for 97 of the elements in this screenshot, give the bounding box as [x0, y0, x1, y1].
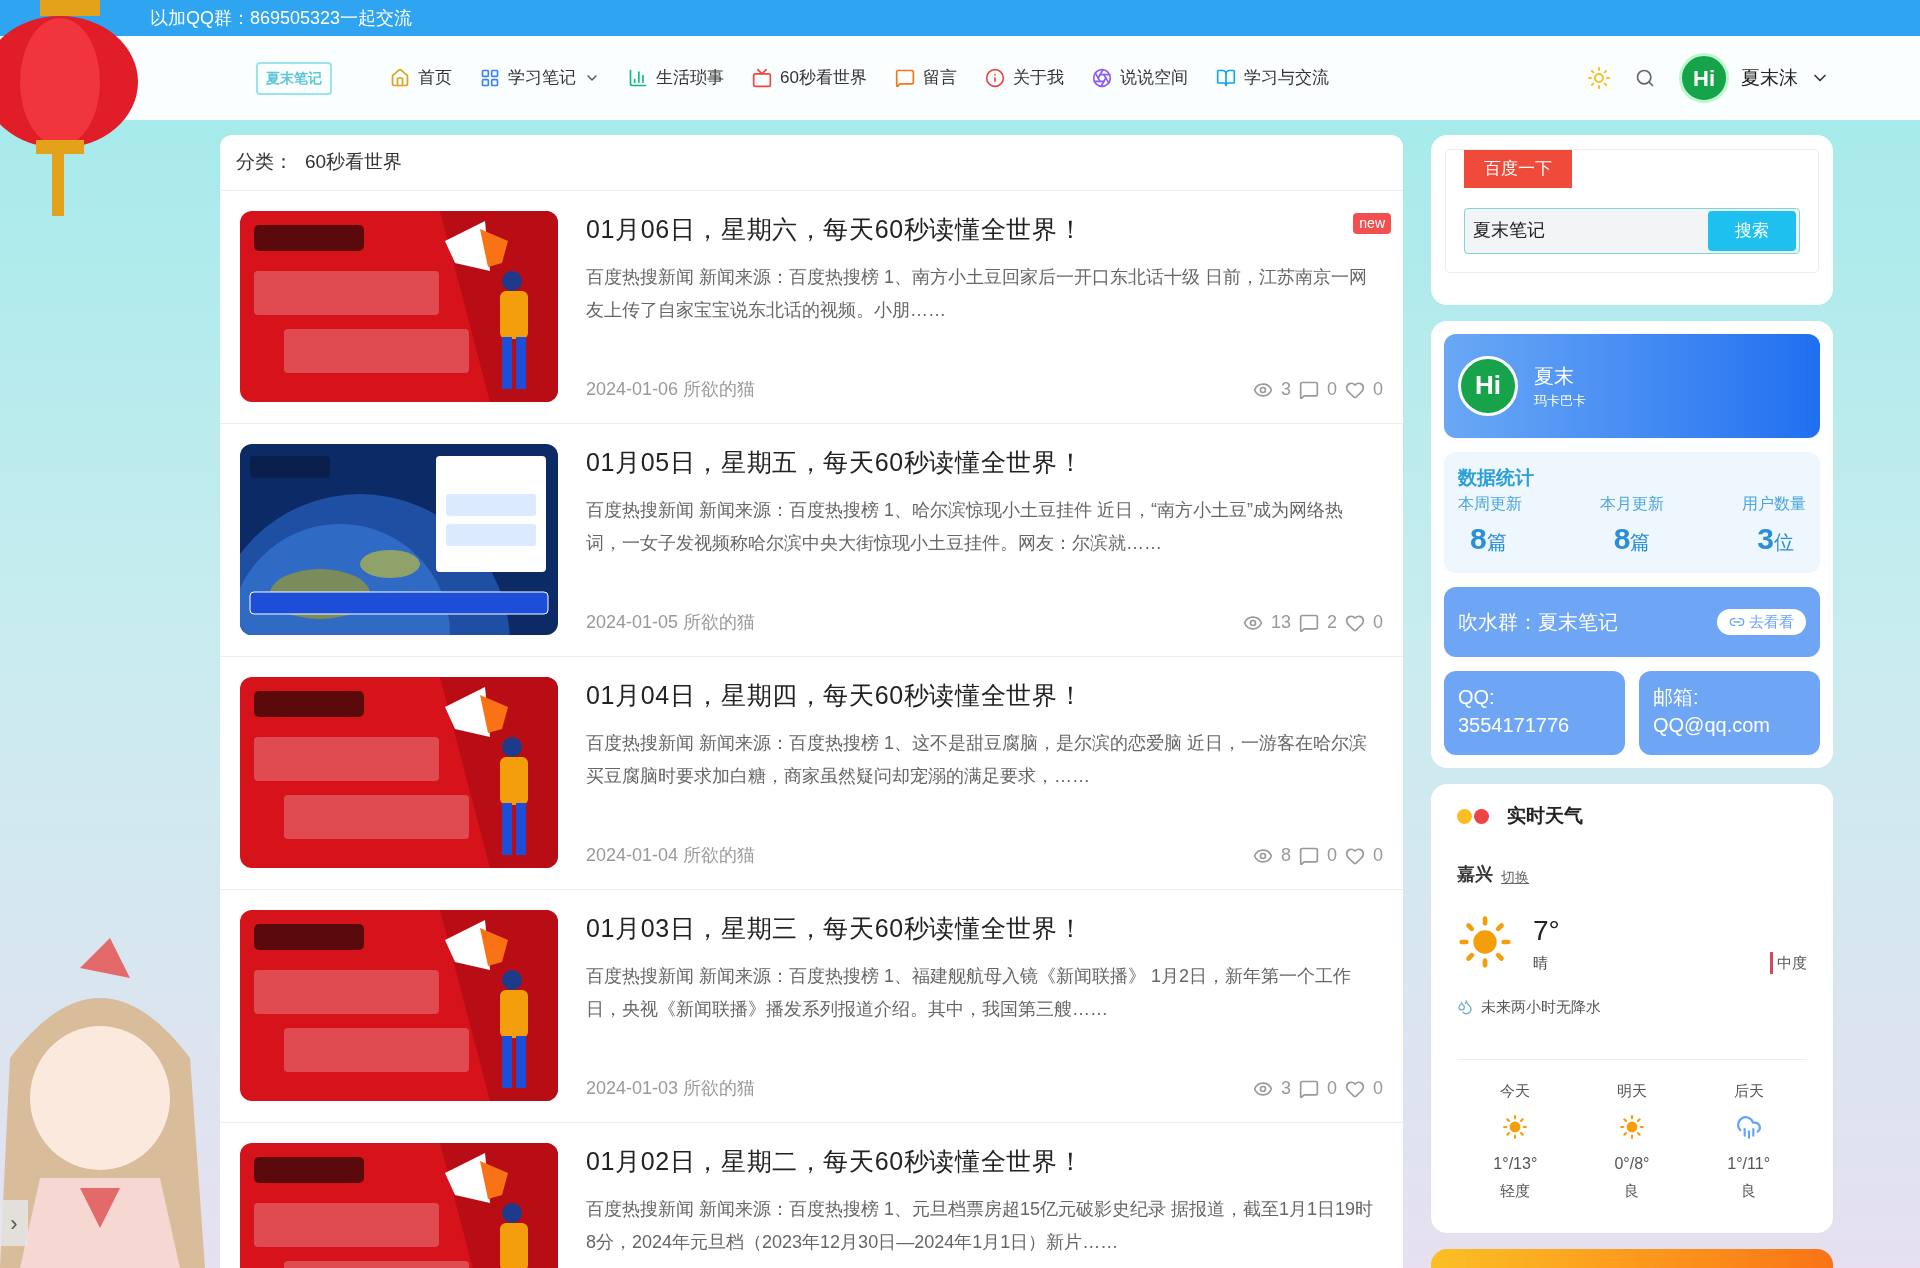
- current-temperature: 7°: [1533, 913, 1560, 948]
- article-excerpt: 百度热搜新闻 新闻来源：百度热搜榜 1、南方小土豆回家后一开口东北话十级 日前，江苏南京一网友上传了自家宝宝说东北话的视频。小朋……: [586, 265, 1368, 322]
- view-count: 13: [1270, 611, 1291, 634]
- stat-label: 用户数量: [1742, 494, 1806, 514]
- forecast-day: 今天: [1500, 1079, 1531, 1102]
- comment-count: 0: [1326, 378, 1337, 401]
- article-excerpt: 百度热搜新闻 新闻来源：百度热搜榜 1、元旦档票房超15亿元破影史纪录 据报道，截至1月1日19时8分，2024年元旦档（2023年12月30日—2024年1月1日）新片……: [586, 1197, 1375, 1254]
- view-count: 8: [1280, 844, 1291, 867]
- theme-toggle-icon[interactable]: [1587, 66, 1611, 90]
- heart-icon: [1345, 845, 1365, 866]
- heart-icon: [1345, 1078, 1365, 1099]
- forecast-air-quality: 良: [1741, 1181, 1757, 1201]
- article-date: 2024-01-03 所欲的猫: [586, 1077, 756, 1100]
- bar-chart-icon: [628, 68, 648, 88]
- baidu-tab[interactable]: 百度一下: [1464, 150, 1572, 188]
- switch-city-link[interactable]: 切换: [1501, 866, 1529, 888]
- nav-link[interactable]: 首页: [390, 65, 452, 91]
- heart-icon: [1345, 379, 1365, 400]
- like-count: 0: [1373, 844, 1383, 867]
- grid-icon: [480, 68, 500, 88]
- like-count: 0: [1373, 1077, 1383, 1100]
- article-title[interactable]: 01月05日，星期五，每天60秒读懂全世界！: [586, 444, 1084, 482]
- contact-value: QQ@qq.com: [1653, 713, 1771, 738]
- category-value: 60秒看世界: [305, 150, 403, 175]
- stat-value: 3位: [1756, 521, 1795, 557]
- forecast-air-quality: 良: [1624, 1181, 1640, 1201]
- contact-label: 邮箱:: [1653, 685, 1700, 710]
- aperture-icon: [1091, 68, 1112, 88]
- comment-count: 0: [1326, 1077, 1337, 1100]
- new-badge: new: [1353, 213, 1391, 234]
- article-date: 2024-01-05 所欲的猫: [586, 611, 756, 634]
- baidu-search-field[interactable]: 夏末笔记 搜索: [1464, 207, 1800, 254]
- comment-icon: [1298, 379, 1319, 400]
- comment-icon: [1298, 1078, 1319, 1099]
- comment-count: 2: [1326, 611, 1337, 634]
- comment-icon: [1298, 845, 1319, 866]
- article-excerpt: 百度热搜新闻 新闻来源：百度热搜榜 1、哈尔滨惊现小土豆挂件 近日，“南方小土豆”成为网络热词，一女子发视频称哈尔滨中央大街惊现小土豆挂件。网友：尔滨就……: [586, 498, 1344, 555]
- cloud-rain-icon: [1735, 1114, 1762, 1140]
- nav-link[interactable]: 学习笔记: [480, 65, 600, 91]
- article-excerpt: 百度热搜新闻 新闻来源：百度热搜榜 1、这不是甜豆腐脑，是尔滨的恋爱脑 近日，一游客在哈尔滨买豆腐脑时要求加白糖，商家虽然疑问却宠溺的满足要求，……: [586, 731, 1368, 788]
- category-label: 分类：: [236, 150, 293, 175]
- weather-condition: 晴: [1533, 952, 1549, 973]
- forecast-range: 1°/11°: [1727, 1154, 1771, 1174]
- forecast-range: 0°/8°: [1614, 1154, 1650, 1174]
- stats-title: 数据统计: [1458, 465, 1535, 490]
- nav-link[interactable]: 留言: [894, 65, 957, 91]
- article-title[interactable]: 01月03日，星期三，每天60秒读懂全世界！: [586, 910, 1084, 948]
- article-date: 2024-01-04 所欲的猫: [586, 844, 756, 867]
- tv-icon: [752, 68, 772, 88]
- stat-label: 本月更新: [1600, 494, 1664, 514]
- like-count: 0: [1373, 611, 1383, 634]
- profile-avatar: Hi: [1458, 355, 1518, 416]
- profile-name: 夏末: [1534, 363, 1575, 389]
- comment-icon: [1298, 612, 1319, 633]
- view-count: 3: [1280, 1077, 1291, 1100]
- forecast-air-quality: 轻度: [1500, 1181, 1531, 1201]
- profile-subtitle: 玛卡巴卡: [1534, 391, 1586, 410]
- forecast-day: 后天: [1733, 1079, 1764, 1102]
- nav-link[interactable]: 60秒看世界: [752, 65, 867, 91]
- stat-value: 8篇: [1612, 521, 1652, 557]
- side-toggle-button[interactable]: ›: [0, 1200, 28, 1246]
- city-name: 嘉兴: [1457, 862, 1493, 886]
- like-count: 0: [1373, 378, 1383, 401]
- comment-count: 0: [1326, 844, 1337, 867]
- contact-label: QQ:: [1458, 685, 1496, 710]
- search-icon[interactable]: [1635, 68, 1655, 88]
- announcement-text: 以加QQ群：869505323一起交流: [150, 6, 413, 30]
- sun-icon: [1457, 913, 1513, 970]
- article-date: 2024-01-06 所欲的猫: [586, 378, 756, 401]
- article-title[interactable]: 01月04日，星期四，每天60秒读懂全世界！: [586, 677, 1084, 715]
- forecast-day: 明天: [1617, 1079, 1647, 1102]
- sun-icon: [1502, 1114, 1529, 1140]
- weather-title: 实时天气: [1507, 804, 1583, 828]
- info-icon: [984, 68, 1005, 88]
- droplet-icon: [1457, 999, 1473, 1016]
- heart-icon: [1345, 612, 1365, 633]
- book-icon: [1215, 68, 1236, 88]
- stat-value: 8篇: [1469, 521, 1508, 557]
- search-value: 夏末笔记: [1472, 219, 1546, 242]
- home-icon: [390, 68, 410, 88]
- forecast-range: 1°/13°: [1493, 1154, 1538, 1174]
- rain-forecast: 未来两小时无降水: [1481, 997, 1601, 1017]
- sun-icon: [1619, 1114, 1645, 1140]
- air-quality: 中度: [1770, 951, 1807, 974]
- nav-link[interactable]: 关于我: [984, 65, 1064, 91]
- nav-link[interactable]: 生活琐事: [628, 65, 724, 91]
- stat-label: 本周更新: [1458, 494, 1522, 514]
- user-name[interactable]: 夏末沫: [1741, 63, 1798, 93]
- nav-link[interactable]: 学习与交流: [1215, 65, 1329, 91]
- article-title[interactable]: 01月06日，星期六，每天60秒读懂全世界！: [586, 211, 1084, 249]
- group-text: 吹水群：夏末笔记: [1458, 610, 1618, 635]
- contact-value: 3554171776: [1458, 713, 1571, 738]
- nav-link[interactable]: 说说空间: [1091, 65, 1188, 91]
- view-count: 3: [1280, 378, 1291, 401]
- article-excerpt: 百度热搜新闻 新闻来源：百度热搜榜 1、福建舰航母入镜《新闻联播》 1月2日，新年第一个工作日，央视《新闻联播》播发系列报道介绍。其中，我国第三艘……: [586, 964, 1353, 1021]
- chat-icon: [894, 68, 915, 88]
- article-title[interactable]: 01月02日，星期二，每天60秒读懂全世界！: [586, 1143, 1084, 1181]
